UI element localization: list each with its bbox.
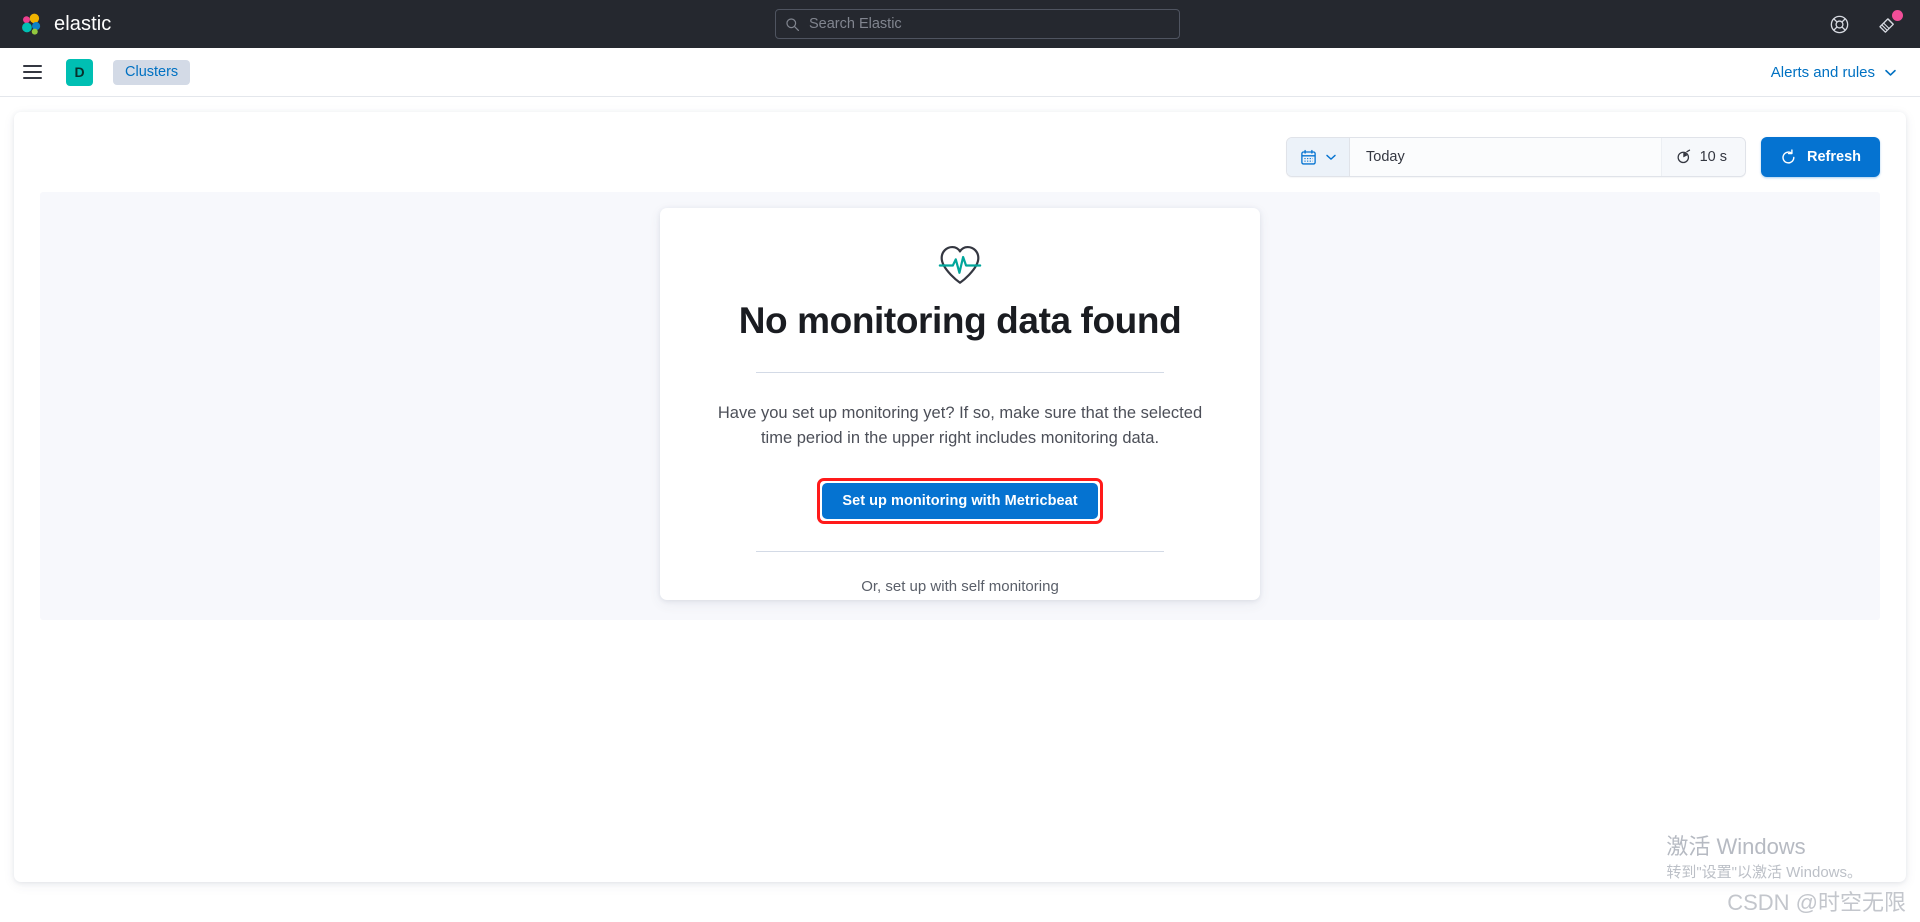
no-data-empty-state-card: No monitoring data found Have you set up… <box>660 208 1260 600</box>
help-button[interactable] <box>1822 7 1856 41</box>
calendar-icon <box>1300 149 1317 166</box>
top-header: elastic Search Elastic <box>0 0 1920 48</box>
alerts-and-rules-button[interactable]: Alerts and rules <box>1771 64 1898 81</box>
refresh-button-label: Refresh <box>1807 149 1861 165</box>
breadcrumb-bar: D Clusters Alerts and rules <box>0 48 1920 97</box>
space-avatar[interactable]: D <box>66 59 93 86</box>
refresh-circle-arrow-icon <box>1780 149 1797 166</box>
time-controls: Today 10 s Refresh <box>1286 137 1880 177</box>
empty-state-title: No monitoring data found <box>704 299 1216 343</box>
alerts-and-rules-label: Alerts and rules <box>1771 64 1875 81</box>
date-range-input[interactable]: Today <box>1350 138 1661 176</box>
self-monitoring-link[interactable]: Or, set up with self monitoring <box>861 578 1059 595</box>
refresh-interval-clock-icon <box>1676 149 1692 165</box>
refresh-interval-label: 10 s <box>1700 149 1727 165</box>
empty-state-body: Have you set up monitoring yet? If so, m… <box>704 401 1216 451</box>
refresh-button[interactable]: Refresh <box>1761 137 1880 177</box>
brand[interactable]: elastic <box>19 12 111 36</box>
brand-name: elastic <box>54 13 111 36</box>
setup-monitoring-metricbeat-button[interactable]: Set up monitoring with Metricbeat <box>822 483 1097 519</box>
global-search[interactable]: Search Elastic <box>775 9 1180 39</box>
search-placeholder: Search Elastic <box>809 17 902 32</box>
date-quick-select-button[interactable] <box>1287 138 1350 176</box>
refresh-interval-button[interactable]: 10 s <box>1661 138 1745 176</box>
clusters-content-region: No monitoring data found Have you set up… <box>40 192 1880 620</box>
csdn-credit-watermark: CSDN @时空无限 <box>1727 885 1906 917</box>
announcement-badge <box>1892 10 1903 21</box>
chevron-down-icon <box>1883 65 1898 80</box>
breadcrumb-item-clusters[interactable]: Clusters <box>113 60 190 85</box>
super-date-picker[interactable]: Today 10 s <box>1286 137 1746 177</box>
hamburger-menu-icon <box>23 71 42 73</box>
chevron-down-icon <box>1324 150 1338 164</box>
hamburger-menu-icon <box>23 65 42 67</box>
heartbeat-monitoring-icon <box>936 242 984 286</box>
empty-state-cta-wrap: Set up monitoring with Metricbeat <box>704 478 1216 524</box>
card-divider-top <box>756 372 1164 373</box>
search-icon <box>785 17 800 32</box>
empty-state-icon-wrap <box>704 242 1216 286</box>
hamburger-menu-icon <box>23 77 42 79</box>
elastic-cluster-logo <box>19 12 43 36</box>
page-panel: Today 10 s Refresh <box>14 112 1906 882</box>
header-actions <box>1822 0 1904 48</box>
announcements-button[interactable] <box>1870 7 1904 41</box>
annotation-highlight-box: Set up monitoring with Metricbeat <box>817 478 1102 524</box>
search-input[interactable]: Search Elastic <box>775 9 1180 39</box>
hamburger-menu-button[interactable] <box>16 56 48 88</box>
card-divider-bottom <box>756 551 1164 552</box>
lifebuoy-help-icon <box>1829 14 1850 35</box>
